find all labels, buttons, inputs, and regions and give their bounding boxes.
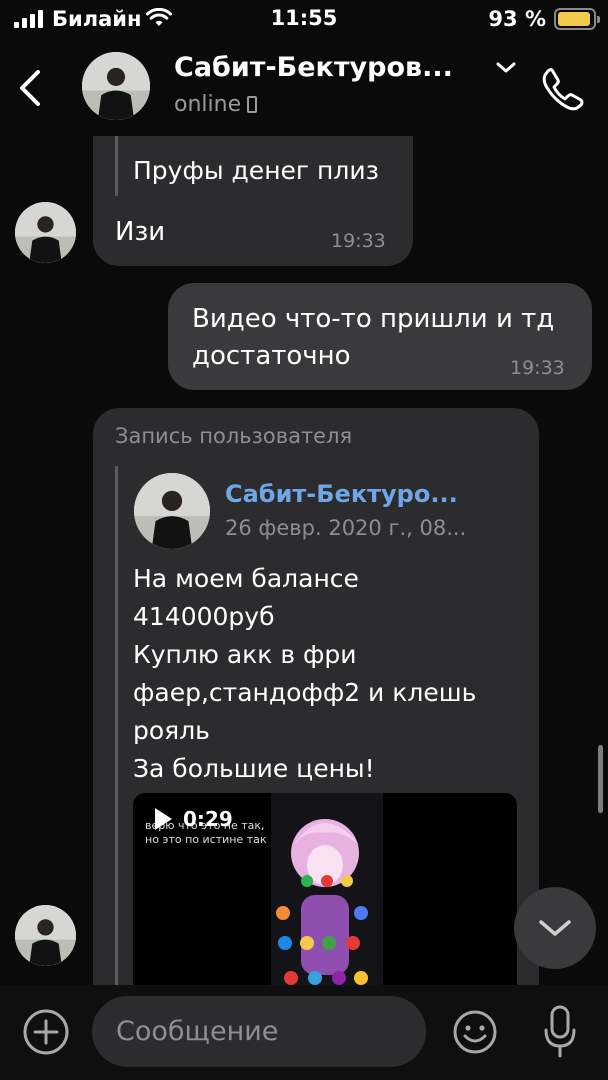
battery-percentage: 93 % xyxy=(488,7,546,31)
scroll-down-button[interactable] xyxy=(514,887,596,969)
emoji-icon[interactable] xyxy=(452,1009,498,1055)
play-icon[interactable] xyxy=(153,807,173,831)
chevron-down-icon xyxy=(539,920,571,936)
repost-text-line: На моем балансе xyxy=(133,564,359,593)
mobile-device-icon xyxy=(247,96,258,113)
repost-text-line: За большие цены! xyxy=(133,754,375,783)
repost-text-line: Куплю акк в фри xyxy=(133,640,357,669)
chat-title[interactable]: Сабит-Бектуров... xyxy=(174,52,453,83)
repost-date: 26 февр. 2020 г., 08... xyxy=(225,516,467,540)
video-duration: 0:29 xyxy=(183,807,233,831)
repost-message[interactable]: Запись пользователя Сабит-Бектуро... 26 … xyxy=(93,408,539,1046)
chat-avatar[interactable] xyxy=(82,52,150,120)
repost-text-line: фаер,стандофф2 и клешь xyxy=(133,678,477,707)
online-status-text: online xyxy=(174,92,242,117)
message-composer xyxy=(0,985,608,1080)
repost-author[interactable]: Сабит-Бектуро... xyxy=(225,480,458,508)
repost-author-avatar[interactable] xyxy=(134,473,210,549)
chat-header: Сабит-Бектуров... online xyxy=(0,40,608,136)
message-text: Изи xyxy=(115,217,166,247)
chevron-down-icon[interactable] xyxy=(494,60,518,76)
back-icon[interactable] xyxy=(16,68,46,108)
repost-text: На моем балансе 414000руб Куплю акк в фр… xyxy=(133,560,513,788)
add-icon[interactable] xyxy=(22,1008,70,1056)
status-bar: Билайн 11:55 93 % xyxy=(0,0,608,40)
outgoing-message[interactable]: Видео что-то пришли и тд достаточно 19:3… xyxy=(168,283,592,390)
call-icon[interactable] xyxy=(538,64,586,112)
repost-text-line: 414000руб xyxy=(133,602,275,631)
reply-text: Пруфы денег плиз xyxy=(133,156,379,185)
avatar[interactable] xyxy=(15,905,76,966)
chat-status: online xyxy=(174,92,258,117)
scroll-indicator[interactable] xyxy=(598,745,603,813)
repost-label: Запись пользователя xyxy=(115,424,353,448)
repost-quote-bar xyxy=(115,466,118,1046)
message-time: 19:33 xyxy=(510,357,565,379)
battery-icon xyxy=(554,8,600,30)
repost-text-line: рояль xyxy=(133,716,210,745)
message-input[interactable] xyxy=(92,996,426,1067)
message-time: 19:33 xyxy=(331,230,386,252)
avatar[interactable] xyxy=(15,202,76,263)
microphone-icon[interactable] xyxy=(542,1004,578,1060)
incoming-message[interactable]: Дядя Стэн Пруфы денег плиз Изи 19:33 xyxy=(93,120,413,266)
chat-screen: Билайн 11:55 93 % Дядя Стэн Пруфы денег … xyxy=(0,0,608,1080)
